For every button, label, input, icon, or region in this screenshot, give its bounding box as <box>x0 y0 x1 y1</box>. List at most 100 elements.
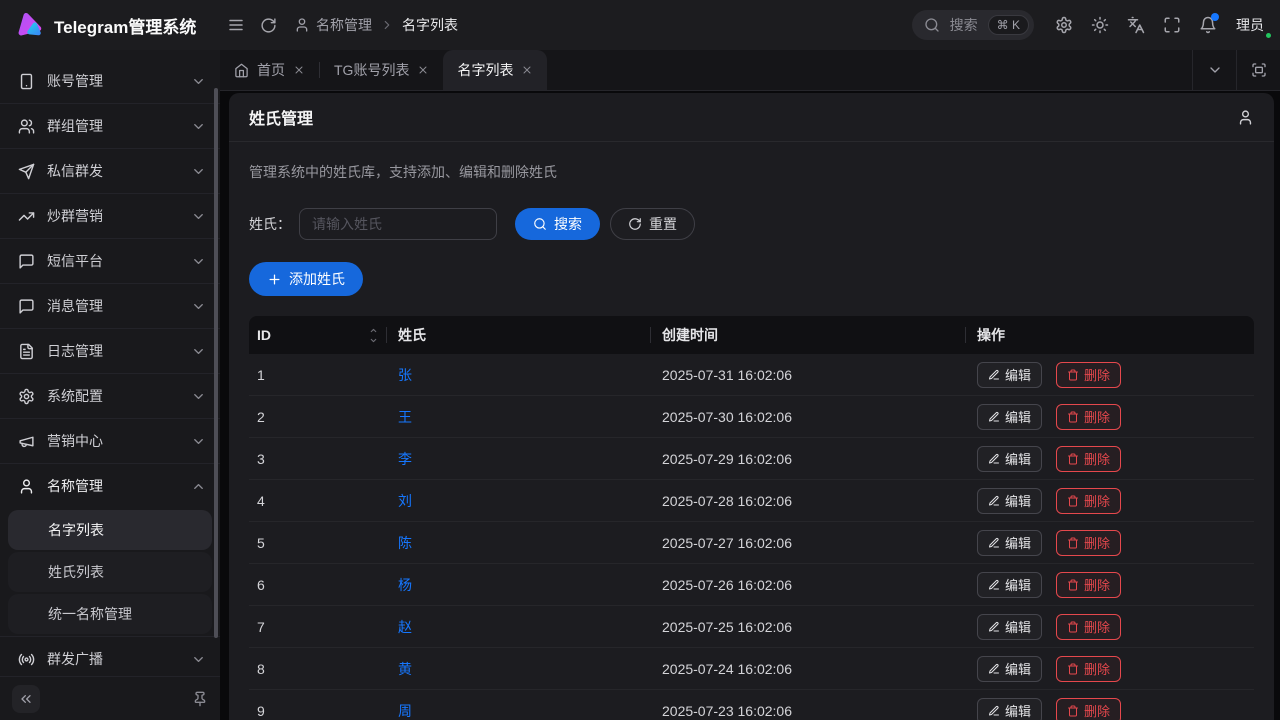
surname-link[interactable]: 周 <box>398 703 412 719</box>
reset-button[interactable]: 重置 <box>610 208 695 240</box>
edit-button-label: 编辑 <box>1005 701 1031 720</box>
refresh-button[interactable] <box>252 9 284 41</box>
cell-created: 2025-07-24 16:02:06 <box>650 661 965 677</box>
sidebar-menu-block: 名称管理名字列表姓氏列表统一名称管理 <box>0 463 220 634</box>
surname-link[interactable]: 李 <box>398 451 412 467</box>
user-icon <box>18 478 35 495</box>
edit-button[interactable]: 编辑 <box>977 362 1042 388</box>
tab-close-icon[interactable] <box>293 64 305 76</box>
pencil-icon <box>988 369 1000 381</box>
card-user-icon[interactable] <box>1237 109 1254 126</box>
theme-button[interactable] <box>1084 9 1116 41</box>
sidebar-toggle-button[interactable] <box>220 9 252 41</box>
sidebar-pin-button[interactable] <box>192 691 208 707</box>
sort-icon[interactable] <box>369 326 378 345</box>
edit-button[interactable]: 编辑 <box>977 404 1042 430</box>
edit-button[interactable]: 编辑 <box>977 446 1042 472</box>
edit-button[interactable]: 编辑 <box>977 488 1042 514</box>
settings-button[interactable] <box>1048 9 1080 41</box>
add-surname-button[interactable]: 添加姓氏 <box>249 262 363 296</box>
tabbar-dropdown-button[interactable] <box>1192 50 1236 90</box>
tab-TG账号列表[interactable]: TG账号列表 <box>320 50 443 90</box>
surname-link[interactable]: 黄 <box>398 661 412 677</box>
tab-close-icon[interactable] <box>417 64 429 76</box>
theme-icon <box>1091 16 1109 34</box>
search-button[interactable]: 搜索 <box>515 208 600 240</box>
tab-close-icon[interactable] <box>521 64 533 76</box>
surname-filter-label: 姓氏： <box>249 214 291 234</box>
user-icon <box>294 17 310 33</box>
fullscreen-icon <box>1251 62 1267 78</box>
sidebar-scrollbar[interactable] <box>214 88 218 638</box>
surname-link[interactable]: 赵 <box>398 619 412 635</box>
surname-link[interactable]: 陈 <box>398 535 412 551</box>
locale-button[interactable] <box>1120 9 1152 41</box>
sidebar-menu-block: 群发广播 <box>0 636 220 676</box>
sidebar-item-4[interactable]: 炒群营销 <box>0 194 220 238</box>
header-actions: 搜索 ⌘ K 理员 <box>912 9 1280 41</box>
delete-button[interactable]: 删除 <box>1056 656 1121 682</box>
surname-input[interactable] <box>299 208 497 240</box>
user-menu[interactable]: 理员 <box>1236 15 1268 35</box>
surname-link[interactable]: 张 <box>398 367 412 383</box>
delete-button[interactable]: 删除 <box>1056 698 1121 720</box>
sidebar-item-3[interactable]: 私信群发 <box>0 149 220 193</box>
edit-button-label: 编辑 <box>1005 659 1031 678</box>
delete-button[interactable]: 删除 <box>1056 530 1121 556</box>
sidebar-item-9[interactable]: 营销中心 <box>0 419 220 463</box>
sidebar-item-11[interactable]: 群发广播 <box>0 637 220 676</box>
sidebar-item-8[interactable]: 系统配置 <box>0 374 220 418</box>
sidebar-item-5[interactable]: 短信平台 <box>0 239 220 283</box>
sidebar-item-label: 私信群发 <box>47 161 179 181</box>
delete-button[interactable]: 删除 <box>1056 614 1121 640</box>
breadcrumb-parent-label: 名称管理 <box>316 15 372 35</box>
breadcrumb-parent[interactable]: 名称管理 <box>294 15 372 35</box>
card-header: 姓氏管理 <box>229 93 1274 142</box>
sidebar-subitem[interactable]: 名字列表 <box>8 510 212 550</box>
delete-button[interactable]: 删除 <box>1056 446 1121 472</box>
edit-button[interactable]: 编辑 <box>977 656 1042 682</box>
cell-id: 7 <box>249 619 386 635</box>
cell-actions: 编辑删除 <box>965 362 1254 388</box>
sidebar-item-6[interactable]: 消息管理 <box>0 284 220 328</box>
surname-link[interactable]: 刘 <box>398 493 412 509</box>
delete-button[interactable]: 删除 <box>1056 362 1121 388</box>
breadcrumb: 名称管理 名字列表 <box>294 15 458 35</box>
pencil-icon <box>988 411 1000 423</box>
table-row: 4刘2025-07-28 16:02:06编辑删除 <box>249 480 1254 522</box>
fullscreen-button[interactable] <box>1156 9 1188 41</box>
surname-link[interactable]: 王 <box>398 409 412 425</box>
edit-button[interactable]: 编辑 <box>977 698 1042 720</box>
tab-名字列表[interactable]: 名字列表 <box>443 50 547 90</box>
sidebar-subitem-label: 姓氏列表 <box>48 562 104 582</box>
global-search[interactable]: 搜索 ⌘ K <box>912 10 1034 40</box>
sidebar-item-label: 短信平台 <box>47 251 179 271</box>
table-row: 2王2025-07-30 16:02:06编辑删除 <box>249 396 1254 438</box>
sidebar-subitem[interactable]: 姓氏列表 <box>8 552 212 592</box>
table-row: 5陈2025-07-27 16:02:06编辑删除 <box>249 522 1254 564</box>
tab-首页[interactable]: 首页 <box>220 50 319 90</box>
sidebar-item-7[interactable]: 日志管理 <box>0 329 220 373</box>
edit-button[interactable]: 编辑 <box>977 614 1042 640</box>
cell-id: 2 <box>249 409 386 425</box>
sidebar-collapse-button[interactable] <box>12 685 40 713</box>
notifications-button[interactable] <box>1192 9 1224 41</box>
delete-button[interactable]: 删除 <box>1056 404 1121 430</box>
sidebar-item-1[interactable]: 账号管理 <box>0 59 220 103</box>
cell-created: 2025-07-28 16:02:06 <box>650 493 965 509</box>
cell-surname: 杨 <box>386 575 650 595</box>
edit-button[interactable]: 编辑 <box>977 572 1042 598</box>
hamburger-icon <box>227 16 245 34</box>
column-header-ID[interactable]: ID <box>249 316 386 354</box>
sidebar-subitem[interactable]: 统一名称管理 <box>8 594 212 634</box>
tabbar-fullscreen-button[interactable] <box>1236 50 1280 90</box>
user-status-dot <box>1264 31 1273 40</box>
sidebar-item-2[interactable]: 群组管理 <box>0 104 220 148</box>
delete-button[interactable]: 删除 <box>1056 488 1121 514</box>
app-logo-icon <box>12 9 44 41</box>
sidebar-item-10[interactable]: 名称管理 <box>0 464 220 508</box>
delete-button[interactable]: 删除 <box>1056 572 1121 598</box>
reset-button-label: 重置 <box>649 214 677 234</box>
edit-button[interactable]: 编辑 <box>977 530 1042 556</box>
surname-link[interactable]: 杨 <box>398 577 412 593</box>
